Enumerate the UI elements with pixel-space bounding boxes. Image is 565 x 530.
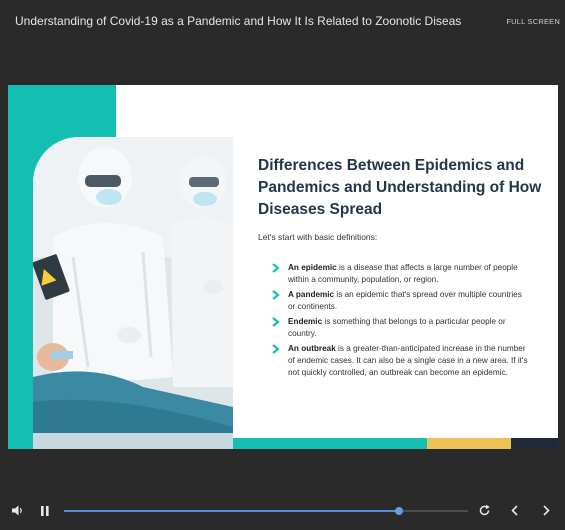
list-item: A pandemic is an epidemic that's spread … bbox=[270, 289, 530, 313]
player-controls bbox=[0, 490, 565, 530]
bullet-term: An epidemic bbox=[288, 263, 337, 272]
list-item: An epidemic is a disease that affects a … bbox=[270, 262, 530, 286]
bullet-term: An outbreak bbox=[288, 344, 336, 353]
fullscreen-button[interactable]: FULL SCREEN bbox=[506, 17, 560, 26]
definition-list: An epidemic is a disease that affects a … bbox=[270, 262, 530, 382]
chevron-right-icon bbox=[272, 290, 280, 300]
previous-icon[interactable] bbox=[509, 504, 521, 517]
volume-icon[interactable] bbox=[11, 504, 24, 517]
bullet-term: A pandemic bbox=[288, 290, 335, 299]
slide-intro: Let's start with basic definitions: bbox=[258, 232, 378, 242]
list-item: An outbreak is a greater-than-anticipate… bbox=[270, 343, 530, 379]
bullet-term: Endemic bbox=[288, 317, 323, 326]
chevron-right-icon bbox=[272, 263, 280, 273]
replay-icon[interactable] bbox=[478, 504, 491, 517]
header-bar: Understanding of Covid-19 as a Pandemic … bbox=[0, 0, 565, 44]
footer-bar-teal bbox=[233, 438, 427, 449]
next-icon[interactable] bbox=[540, 504, 552, 517]
footer-bar-yellow bbox=[427, 438, 511, 449]
progress-thumb[interactable] bbox=[395, 507, 404, 515]
slide: Differences Between Epidemics and Pandem… bbox=[8, 85, 558, 449]
chevron-right-icon bbox=[272, 344, 280, 354]
progress-slider[interactable] bbox=[64, 507, 468, 515]
pause-icon[interactable] bbox=[40, 505, 50, 517]
slide-photo bbox=[33, 137, 233, 449]
course-title: Understanding of Covid-19 as a Pandemic … bbox=[15, 14, 462, 28]
footer-bar-dark bbox=[511, 438, 558, 449]
chevron-right-icon bbox=[272, 317, 280, 327]
slide-heading: Differences Between Epidemics and Pandem… bbox=[258, 157, 542, 218]
medical-staff-illustration bbox=[33, 137, 233, 449]
list-item: Endemic is something that belongs to a p… bbox=[270, 316, 530, 340]
progress-fill bbox=[64, 510, 400, 512]
